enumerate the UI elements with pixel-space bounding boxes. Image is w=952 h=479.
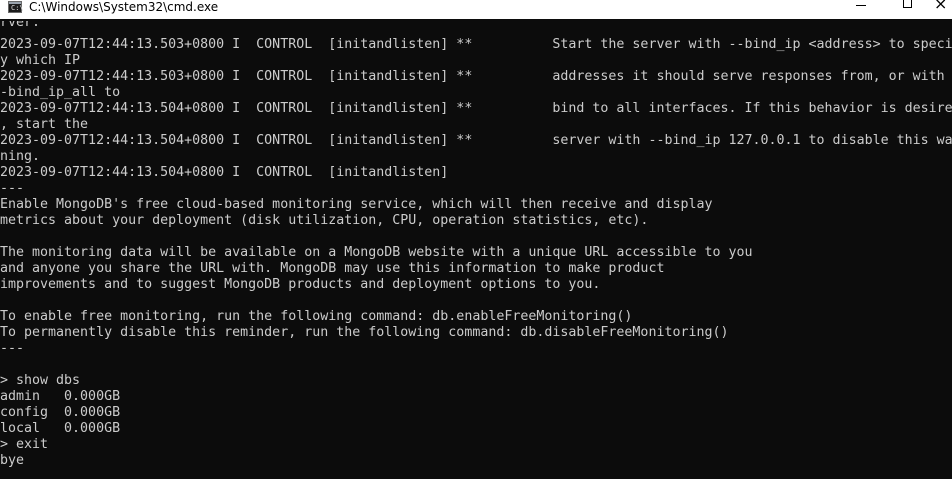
console-line: To enable free monitoring, run the follo…	[0, 309, 633, 324]
console-line: , start the	[0, 117, 89, 132]
console-line: 2023-09-07T12:44:13.503+0800 I CONTROL […	[0, 69, 945, 84]
console-line: -bind_ip_all to	[0, 85, 121, 100]
console-line: > show dbs	[0, 373, 81, 388]
maximize-icon	[903, 0, 912, 8]
console-line: metrics about your deployment (disk util…	[0, 213, 649, 228]
console-output[interactable]: rver. 2023-09-07T12:44:13.503+0800 I CON…	[0, 21, 952, 479]
console-line: 2023-09-07T12:44:13.503+0800 I CONTROL […	[0, 37, 952, 52]
cmd-icon-glyph: C:\	[11, 4, 24, 12]
console-line: y which IP	[0, 53, 81, 68]
console-line: config 0.000GB	[0, 405, 121, 420]
console-line: local 0.000GB	[0, 421, 121, 436]
console-line: and anyone you share the URL with. Mongo…	[0, 261, 665, 276]
console-line: The monitoring data will be available on…	[0, 245, 753, 260]
console-line: improvements and to suggest MongoDB prod…	[0, 277, 601, 292]
console-line: 2023-09-07T12:44:13.504+0800 I CONTROL […	[0, 133, 952, 148]
console-line: To permanently disable this reminder, ru…	[0, 325, 729, 340]
console-line: bye	[0, 453, 25, 468]
window-title: C:\Windows\System32\cmd.exe	[29, 0, 219, 14]
maximize-button[interactable]	[885, 0, 931, 19]
close-icon: ×	[934, 0, 948, 13]
cmd-window: C:\ C:\Windows\System32\cmd.exe × rver. …	[0, 0, 952, 479]
console-line: > exit	[0, 437, 49, 452]
console-line: admin 0.000GB	[0, 389, 121, 404]
console-line: ---	[0, 341, 25, 356]
console-line: 2023-09-07T12:44:13.504+0800 I CONTROL […	[0, 101, 952, 116]
close-button[interactable]: ×	[930, 0, 952, 19]
console-line: rver.	[0, 21, 41, 30]
minimize-button[interactable]	[838, 0, 884, 19]
console-line: Enable MongoDB's free cloud-based monito…	[0, 197, 713, 212]
title-bar[interactable]: C:\ C:\Windows\System32\cmd.exe ×	[0, 0, 952, 19]
console-line: 2023-09-07T12:44:13.504+0800 I CONTROL […	[0, 165, 449, 180]
minimize-icon	[856, 5, 866, 6]
console-line: ning.	[0, 149, 41, 164]
console-line: ---	[0, 181, 25, 196]
cmd-icon[interactable]: C:\	[8, 1, 24, 13]
